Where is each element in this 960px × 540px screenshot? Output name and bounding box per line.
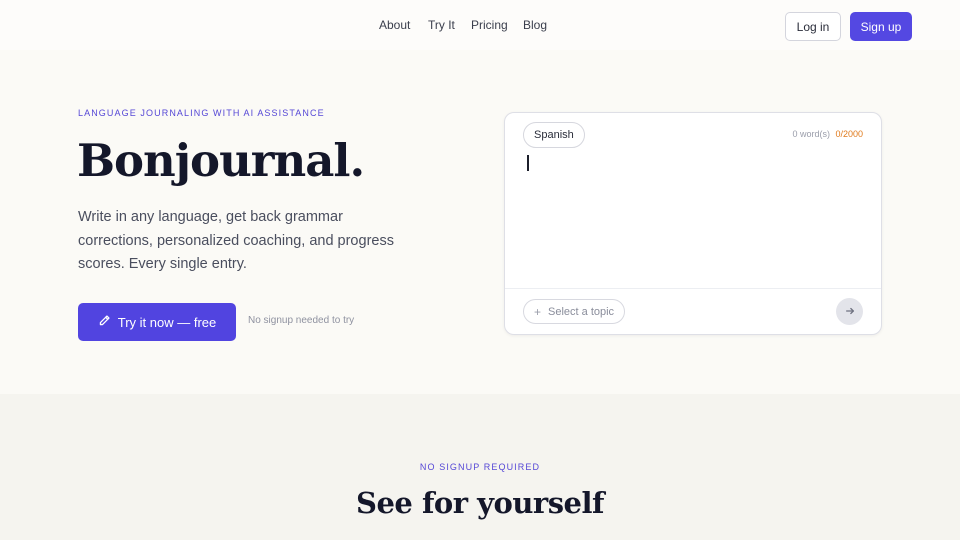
pencil-icon	[98, 314, 111, 330]
text-cursor	[527, 155, 529, 171]
editor-divider	[505, 288, 881, 289]
journal-editor[interactable]: Spanish 0 word(s) 0/2000 + Select a topi…	[504, 112, 882, 335]
section-title: See for yourself	[356, 486, 604, 520]
send-button[interactable]	[836, 298, 863, 325]
brand-title: Bonjournal.	[77, 134, 365, 187]
nav-link-blog[interactable]: Blog	[523, 17, 547, 33]
plus-icon: +	[534, 304, 542, 319]
cta-note: No signup needed to try	[248, 315, 355, 326]
nav-link-pricing[interactable]: Pricing	[471, 17, 508, 33]
see-for-yourself-section: NO SIGNUP REQUIRED See for yourself	[0, 394, 960, 540]
try-it-button[interactable]: Try it now — free	[78, 303, 236, 341]
try-it-label: Try it now — free	[117, 314, 217, 330]
arrow-right-icon	[845, 303, 855, 321]
login-button[interactable]: Log in	[785, 12, 841, 41]
language-selector[interactable]: Spanish	[523, 122, 585, 148]
nav-link-try-it[interactable]: Try It	[428, 17, 455, 33]
hero-description: Write in any language, get back grammar …	[78, 209, 394, 272]
word-counter: 0 word(s) 0/2000	[792, 129, 863, 139]
topic-selector[interactable]: + Select a topic	[523, 299, 626, 324]
nav-link-about[interactable]: About	[379, 17, 410, 33]
signup-button[interactable]: Sign up	[850, 12, 912, 41]
hero-section: LANGUAGE JOURNALING WITH AI ASSISTANCE B…	[0, 50, 960, 394]
topic-placeholder: Select a topic	[548, 305, 615, 318]
section-eyebrow: NO SIGNUP REQUIRED	[419, 462, 541, 472]
word-count: 0 word(s)	[792, 129, 830, 139]
character-limit: 0/2000	[835, 129, 863, 139]
site-header: About Try It Pricing Blog Log in Sign up	[0, 0, 960, 50]
hero-eyebrow: LANGUAGE JOURNALING WITH AI ASSISTANCE	[78, 108, 325, 118]
